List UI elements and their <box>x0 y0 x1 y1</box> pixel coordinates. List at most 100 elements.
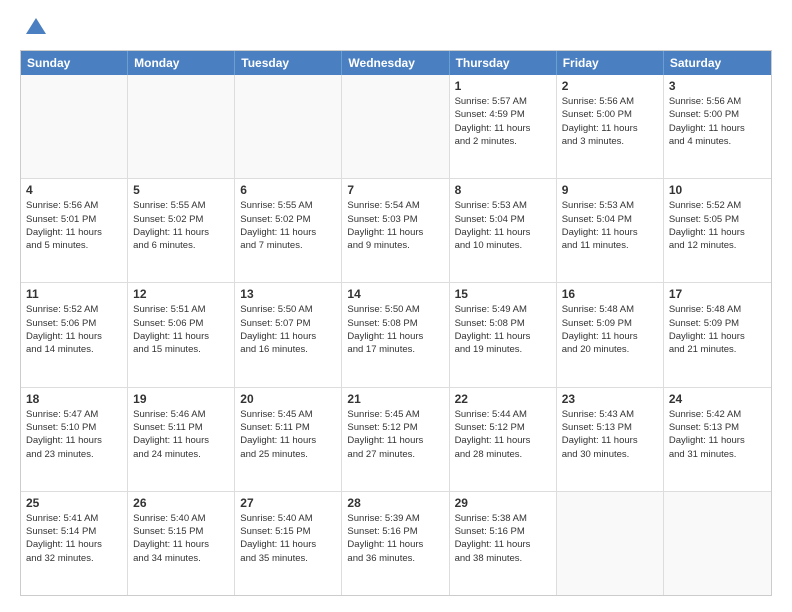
header <box>20 16 772 40</box>
calendar-cell: 14 Sunrise: 5:50 AM Sunset: 5:08 PM Dayli… <box>342 283 449 386</box>
header-wednesday: Wednesday <box>342 51 449 75</box>
header-thursday: Thursday <box>450 51 557 75</box>
day-info: Sunrise: 5:42 AM Sunset: 5:13 PM Dayligh… <box>669 408 766 461</box>
day-info: Sunrise: 5:52 AM Sunset: 5:05 PM Dayligh… <box>669 199 766 252</box>
calendar-cell <box>21 75 128 178</box>
day-info: Sunrise: 5:39 AM Sunset: 5:16 PM Dayligh… <box>347 512 443 565</box>
calendar-cell: 17 Sunrise: 5:48 AM Sunset: 5:09 PM Dayli… <box>664 283 771 386</box>
calendar-cell: 18 Sunrise: 5:47 AM Sunset: 5:10 PM Dayli… <box>21 388 128 491</box>
calendar-cell: 13 Sunrise: 5:50 AM Sunset: 5:07 PM Dayli… <box>235 283 342 386</box>
day-number: 14 <box>347 287 443 301</box>
calendar-cell: 9 Sunrise: 5:53 AM Sunset: 5:04 PM Daylig… <box>557 179 664 282</box>
day-number: 3 <box>669 79 766 93</box>
day-info: Sunrise: 5:43 AM Sunset: 5:13 PM Dayligh… <box>562 408 658 461</box>
calendar-body: 1 Sunrise: 5:57 AM Sunset: 4:59 PM Daylig… <box>21 75 771 595</box>
calendar-header: Sunday Monday Tuesday Wednesday Thursday… <box>21 51 771 75</box>
day-number: 24 <box>669 392 766 406</box>
day-info: Sunrise: 5:47 AM Sunset: 5:10 PM Dayligh… <box>26 408 122 461</box>
day-info: Sunrise: 5:41 AM Sunset: 5:14 PM Dayligh… <box>26 512 122 565</box>
calendar-cell: 28 Sunrise: 5:39 AM Sunset: 5:16 PM Dayli… <box>342 492 449 595</box>
calendar-cell: 23Sunrise: 5:43 AM Sunset: 5:13 PM Dayli… <box>557 388 664 491</box>
day-number: 4 <box>26 183 122 197</box>
calendar-cell: 29 Sunrise: 5:38 AM Sunset: 5:16 PM Dayli… <box>450 492 557 595</box>
day-info: Sunrise: 5:45 AM Sunset: 5:11 PM Dayligh… <box>240 408 336 461</box>
day-number: 17 <box>669 287 766 301</box>
header-friday: Friday <box>557 51 664 75</box>
calendar-cell: 26 Sunrise: 5:40 AM Sunset: 5:15 PM Dayli… <box>128 492 235 595</box>
calendar-cell: 12 Sunrise: 5:51 AM Sunset: 5:06 PM Dayli… <box>128 283 235 386</box>
day-number: 1 <box>455 79 551 93</box>
header-saturday: Saturday <box>664 51 771 75</box>
logo-icon <box>24 16 48 40</box>
day-info: Sunrise: 5:46 AM Sunset: 5:11 PM Dayligh… <box>133 408 229 461</box>
day-number: 29 <box>455 496 551 510</box>
calendar-cell: 20Sunrise: 5:45 AM Sunset: 5:11 PM Dayli… <box>235 388 342 491</box>
day-number: 21 <box>347 392 443 406</box>
day-info: Sunrise: 5:45 AM Sunset: 5:12 PM Dayligh… <box>347 408 443 461</box>
day-number: 28 <box>347 496 443 510</box>
calendar-cell: 1 Sunrise: 5:57 AM Sunset: 4:59 PM Daylig… <box>450 75 557 178</box>
day-info: Sunrise: 5:50 AM Sunset: 5:07 PM Dayligh… <box>240 303 336 356</box>
calendar-cell: 10 Sunrise: 5:52 AM Sunset: 5:05 PM Dayli… <box>664 179 771 282</box>
day-number: 19 <box>133 392 229 406</box>
calendar-cell <box>128 75 235 178</box>
day-number: 11 <box>26 287 122 301</box>
day-number: 6 <box>240 183 336 197</box>
page: Sunday Monday Tuesday Wednesday Thursday… <box>0 0 792 612</box>
calendar-cell <box>342 75 449 178</box>
day-info: Sunrise: 5:55 AM Sunset: 5:02 PM Dayligh… <box>240 199 336 252</box>
day-info: Sunrise: 5:53 AM Sunset: 5:04 PM Dayligh… <box>455 199 551 252</box>
header-tuesday: Tuesday <box>235 51 342 75</box>
day-info: Sunrise: 5:48 AM Sunset: 5:09 PM Dayligh… <box>669 303 766 356</box>
calendar-cell <box>235 75 342 178</box>
calendar-row-2: 4 Sunrise: 5:56 AM Sunset: 5:01 PM Daylig… <box>21 178 771 282</box>
day-info: Sunrise: 5:50 AM Sunset: 5:08 PM Dayligh… <box>347 303 443 356</box>
day-number: 9 <box>562 183 658 197</box>
day-number: 25 <box>26 496 122 510</box>
calendar-cell: 7Sunrise: 5:54 AM Sunset: 5:03 PM Daylig… <box>342 179 449 282</box>
calendar-cell: 24 Sunrise: 5:42 AM Sunset: 5:13 PM Dayli… <box>664 388 771 491</box>
day-number: 2 <box>562 79 658 93</box>
header-monday: Monday <box>128 51 235 75</box>
day-info: Sunrise: 5:48 AM Sunset: 5:09 PM Dayligh… <box>562 303 658 356</box>
day-number: 18 <box>26 392 122 406</box>
day-info: Sunrise: 5:56 AM Sunset: 5:01 PM Dayligh… <box>26 199 122 252</box>
calendar-cell: 27Sunrise: 5:40 AM Sunset: 5:15 PM Dayli… <box>235 492 342 595</box>
day-info: Sunrise: 5:52 AM Sunset: 5:06 PM Dayligh… <box>26 303 122 356</box>
day-number: 26 <box>133 496 229 510</box>
day-number: 27 <box>240 496 336 510</box>
day-number: 5 <box>133 183 229 197</box>
day-number: 12 <box>133 287 229 301</box>
calendar-cell: 4 Sunrise: 5:56 AM Sunset: 5:01 PM Daylig… <box>21 179 128 282</box>
calendar-cell: 22 Sunrise: 5:44 AM Sunset: 5:12 PM Dayli… <box>450 388 557 491</box>
calendar-cell: 3Sunrise: 5:56 AM Sunset: 5:00 PM Daylig… <box>664 75 771 178</box>
day-info: Sunrise: 5:40 AM Sunset: 5:15 PM Dayligh… <box>133 512 229 565</box>
calendar-cell: 11 Sunrise: 5:52 AM Sunset: 5:06 PM Dayli… <box>21 283 128 386</box>
day-info: Sunrise: 5:51 AM Sunset: 5:06 PM Dayligh… <box>133 303 229 356</box>
calendar-row-3: 11 Sunrise: 5:52 AM Sunset: 5:06 PM Dayli… <box>21 282 771 386</box>
day-info: Sunrise: 5:38 AM Sunset: 5:16 PM Dayligh… <box>455 512 551 565</box>
day-number: 15 <box>455 287 551 301</box>
calendar-row-4: 18 Sunrise: 5:47 AM Sunset: 5:10 PM Dayli… <box>21 387 771 491</box>
day-info: Sunrise: 5:54 AM Sunset: 5:03 PM Dayligh… <box>347 199 443 252</box>
calendar-cell: 25 Sunrise: 5:41 AM Sunset: 5:14 PM Dayli… <box>21 492 128 595</box>
day-info: Sunrise: 5:57 AM Sunset: 4:59 PM Dayligh… <box>455 95 551 148</box>
calendar-cell: 15 Sunrise: 5:49 AM Sunset: 5:08 PM Dayli… <box>450 283 557 386</box>
day-info: Sunrise: 5:53 AM Sunset: 5:04 PM Dayligh… <box>562 199 658 252</box>
calendar-cell: 2 Sunrise: 5:56 AM Sunset: 5:00 PM Daylig… <box>557 75 664 178</box>
day-info: Sunrise: 5:49 AM Sunset: 5:08 PM Dayligh… <box>455 303 551 356</box>
day-number: 22 <box>455 392 551 406</box>
calendar-row-1: 1 Sunrise: 5:57 AM Sunset: 4:59 PM Daylig… <box>21 75 771 178</box>
calendar-cell: 19 Sunrise: 5:46 AM Sunset: 5:11 PM Dayli… <box>128 388 235 491</box>
day-number: 13 <box>240 287 336 301</box>
day-number: 10 <box>669 183 766 197</box>
calendar-cell: 5Sunrise: 5:55 AM Sunset: 5:02 PM Daylig… <box>128 179 235 282</box>
calendar-cell: 21 Sunrise: 5:45 AM Sunset: 5:12 PM Dayli… <box>342 388 449 491</box>
calendar-cell <box>664 492 771 595</box>
day-info: Sunrise: 5:44 AM Sunset: 5:12 PM Dayligh… <box>455 408 551 461</box>
logo <box>20 16 48 40</box>
calendar: Sunday Monday Tuesday Wednesday Thursday… <box>20 50 772 596</box>
calendar-cell <box>557 492 664 595</box>
day-info: Sunrise: 5:56 AM Sunset: 5:00 PM Dayligh… <box>562 95 658 148</box>
calendar-cell: 6 Sunrise: 5:55 AM Sunset: 5:02 PM Daylig… <box>235 179 342 282</box>
